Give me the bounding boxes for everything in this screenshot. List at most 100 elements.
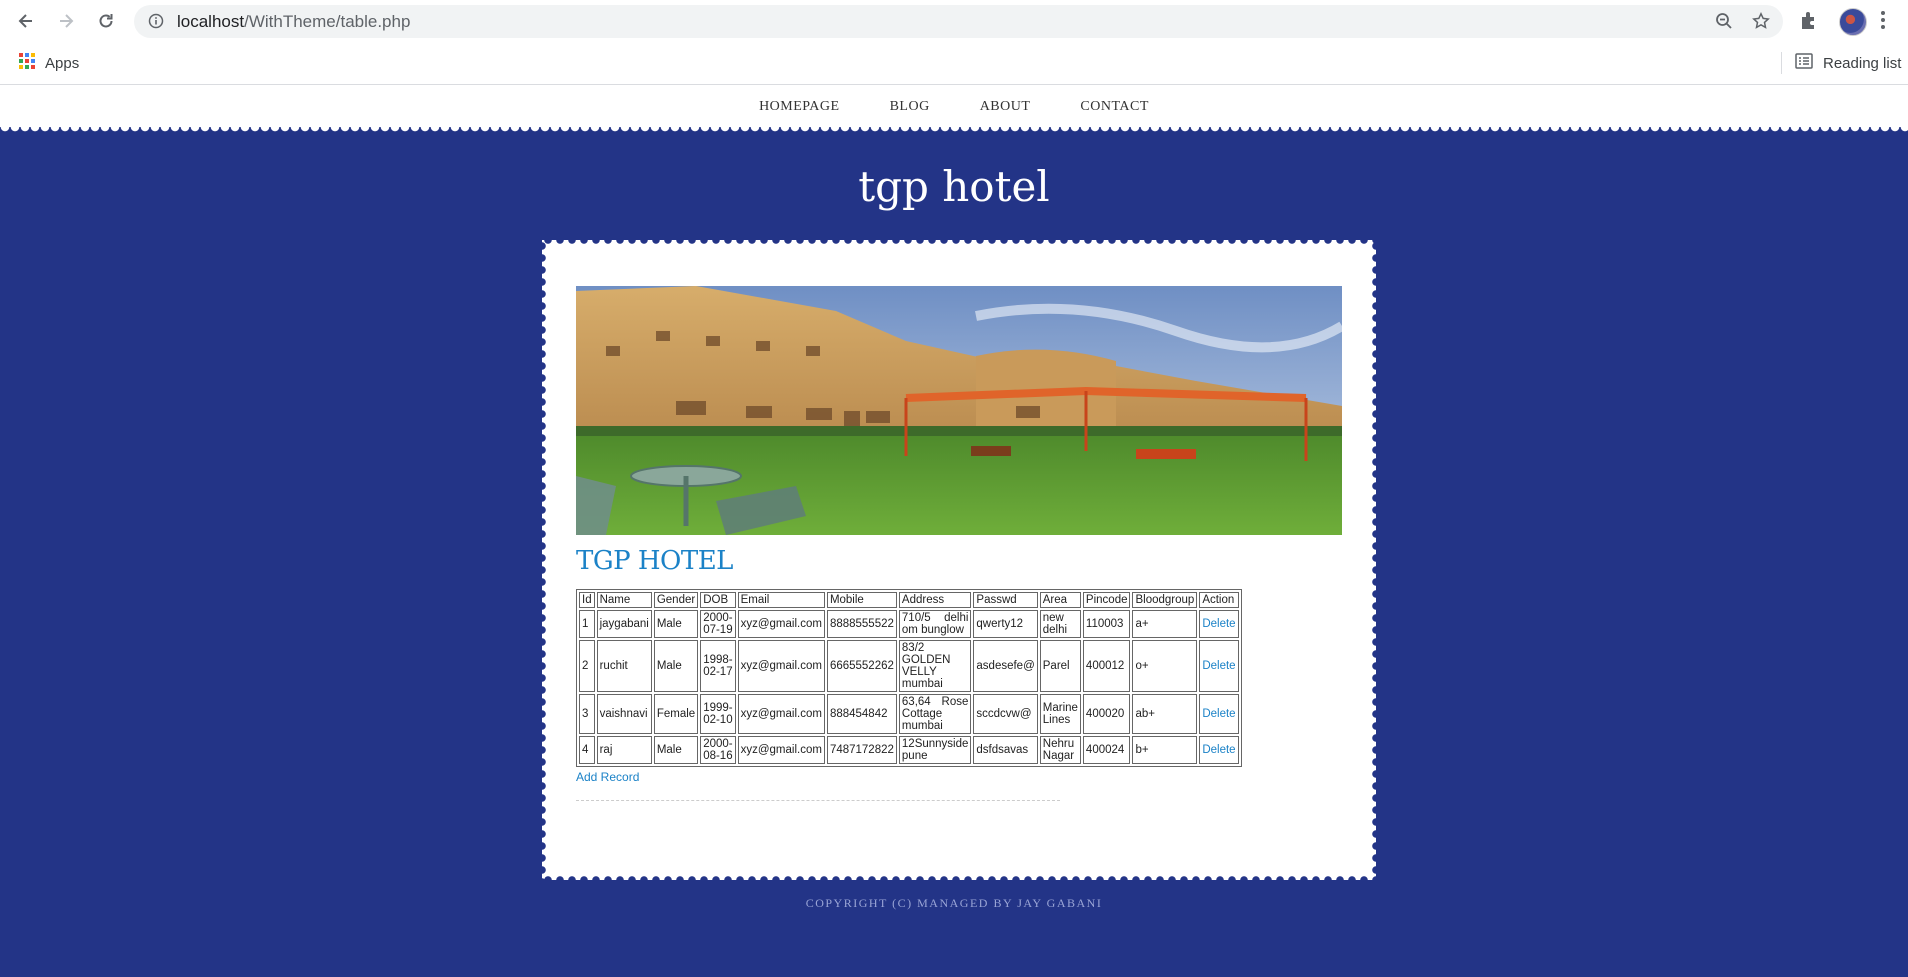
cell-gender: Male: [653, 610, 699, 638]
cell-id: 4: [579, 736, 595, 764]
column-header: Mobile: [826, 592, 897, 608]
cell-gender: Male: [653, 736, 699, 764]
more-menu-icon[interactable]: [1880, 9, 1886, 36]
url-host: localhost: [177, 12, 245, 31]
nav-blog[interactable]: BLOG: [890, 99, 930, 115]
cell-id: 1: [579, 610, 595, 638]
hotel-hero-image: [576, 286, 1342, 535]
cell-action: Delete: [1199, 694, 1239, 734]
cell-address: 83/2 GOLDEN VELLY mumbai: [898, 640, 972, 692]
cell-action: Delete: [1199, 736, 1239, 764]
cell-address: 710/5 delhi om bunglow: [898, 610, 972, 638]
cell-gender: Female: [653, 694, 699, 734]
cell-dob: 1998-02-17: [700, 640, 736, 692]
reading-list-button[interactable]: Reading list: [1795, 53, 1901, 74]
divider: [576, 800, 1060, 801]
column-header: Bloodgroup: [1132, 592, 1198, 608]
cell-area: Parel: [1039, 640, 1081, 692]
cell-email: xyz@gmail.com: [737, 694, 825, 734]
cell-name: jaygabani: [596, 610, 652, 638]
cell-area: new delhi: [1039, 610, 1081, 638]
cell-mobile: 7487172822: [826, 736, 897, 764]
cell-name: ruchit: [596, 640, 652, 692]
nav-about[interactable]: ABOUT: [980, 99, 1031, 115]
cell-passwd: dsfdsavas: [973, 736, 1038, 764]
cell-address: 63,64 Rose Cottage mumbai: [898, 694, 972, 734]
column-header: Address: [898, 592, 972, 608]
bookmarks-bar: Apps Reading list: [0, 42, 1908, 85]
apps-bookmark[interactable]: Apps: [19, 53, 79, 74]
cell-pincode: 110003: [1082, 610, 1131, 638]
add-record-link[interactable]: Add Record: [576, 770, 639, 784]
info-icon[interactable]: [148, 13, 164, 34]
table-row: 4 raj Male 2000-08-16 xyz@gmail.com 7487…: [579, 736, 1239, 764]
cell-dob: 2000-08-16: [700, 736, 736, 764]
browser-toolbar: localhost/WithTheme/table.php: [0, 0, 1908, 42]
forward-icon[interactable]: [52, 7, 80, 35]
cell-email: xyz@gmail.com: [737, 640, 825, 692]
nav-contact[interactable]: CONTACT: [1080, 99, 1149, 115]
column-header: Pincode: [1082, 592, 1131, 608]
cell-mobile: 8888555522: [826, 610, 897, 638]
apps-label: Apps: [45, 55, 80, 72]
cell-pincode: 400024: [1082, 736, 1131, 764]
stamp-edge-right: [1370, 240, 1378, 880]
column-header: Name: [596, 592, 652, 608]
column-header: Email: [737, 592, 825, 608]
cell-dob: 2000-07-19: [700, 610, 736, 638]
site-title: tgp hotel: [858, 162, 1050, 211]
url-text[interactable]: localhost/WithTheme/table.php: [177, 12, 410, 32]
cell-id: 2: [579, 640, 595, 692]
reload-icon[interactable]: [92, 7, 120, 35]
table-row: 3 vaishnavi Female 1999-02-10 xyz@gmail.…: [579, 694, 1239, 734]
cell-name: raj: [596, 736, 652, 764]
cell-mobile: 6665552262: [826, 640, 897, 692]
cell-area: Nehru Nagar: [1039, 736, 1081, 764]
extensions-icon[interactable]: [1798, 9, 1820, 36]
cell-bloodgroup: b+: [1132, 736, 1198, 764]
cell-action: Delete: [1199, 640, 1239, 692]
cell-id: 3: [579, 694, 595, 734]
address-bar[interactable]: localhost/WithTheme/table.php: [134, 5, 1783, 38]
cell-passwd: sccdcvw@: [973, 694, 1038, 734]
cell-area: Marine Lines: [1039, 694, 1081, 734]
column-header: Area: [1039, 592, 1081, 608]
cell-action: Delete: [1199, 610, 1239, 638]
star-icon[interactable]: [1752, 12, 1770, 35]
reading-list-label: Reading list: [1823, 55, 1902, 72]
content-card: TGP HOTEL Id Name Gender DOB Email Mobil…: [540, 238, 1378, 882]
cell-bloodgroup: a+: [1132, 610, 1198, 638]
cell-pincode: 400020: [1082, 694, 1131, 734]
column-header: Passwd: [973, 592, 1038, 608]
scalloped-border: [0, 127, 1908, 137]
column-header: Gender: [653, 592, 699, 608]
profile-avatar[interactable]: [1839, 8, 1867, 36]
cell-gender: Male: [653, 640, 699, 692]
cell-pincode: 400012: [1082, 640, 1131, 692]
column-header: Id: [579, 592, 595, 608]
back-icon[interactable]: [12, 7, 40, 35]
cell-email: xyz@gmail.com: [737, 610, 825, 638]
content-heading: TGP HOTEL: [576, 546, 733, 576]
delete-link[interactable]: Delete: [1202, 744, 1235, 756]
stamp-edge-top: [542, 238, 1376, 246]
delete-link[interactable]: Delete: [1202, 618, 1235, 630]
footer-copyright: COPYRIGHT (C) MANAGED BY JAY GABANI: [805, 896, 1103, 910]
cell-dob: 1999-02-10: [700, 694, 736, 734]
nav-homepage[interactable]: HOMEPAGE: [759, 99, 840, 115]
zoom-icon[interactable]: [1715, 12, 1733, 35]
cell-address: 12Sunnyside pune: [898, 736, 972, 764]
records-table: Id Name Gender DOB Email Mobile Address …: [576, 589, 1242, 767]
bookmarks-divider: [1781, 52, 1782, 74]
cell-bloodgroup: o+: [1132, 640, 1198, 692]
delete-link[interactable]: Delete: [1202, 708, 1235, 720]
table-row: 1 jaygabani Male 2000-07-19 xyz@gmail.co…: [579, 610, 1239, 638]
reading-list-icon: [1795, 53, 1813, 74]
cell-bloodgroup: ab+: [1132, 694, 1198, 734]
table-header-row: Id Name Gender DOB Email Mobile Address …: [579, 592, 1239, 608]
site-navigation: HOMEPAGE BLOG ABOUT CONTACT: [0, 85, 1908, 131]
column-header: DOB: [700, 592, 736, 608]
stamp-edge-bottom: [542, 874, 1376, 882]
cell-email: xyz@gmail.com: [737, 736, 825, 764]
delete-link[interactable]: Delete: [1202, 660, 1235, 672]
